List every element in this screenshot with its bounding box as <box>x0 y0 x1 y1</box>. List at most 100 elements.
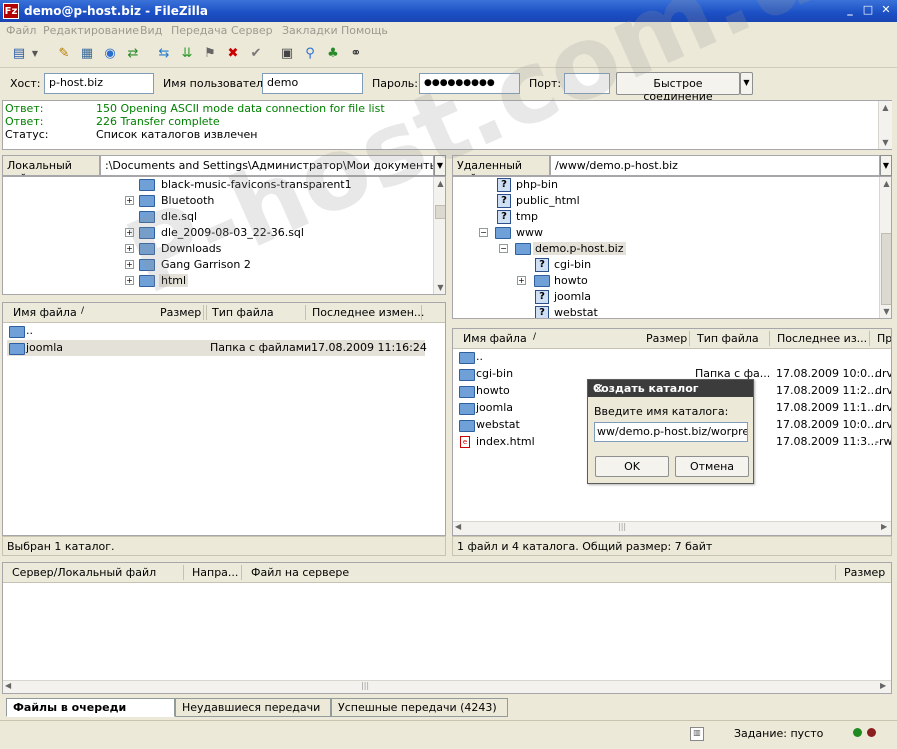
menu-transfer[interactable]: Передача <box>171 24 227 37</box>
col-modified[interactable]: Последнее из... <box>777 332 867 345</box>
cancel-button[interactable]: Отмена <box>675 456 749 477</box>
minimize-icon[interactable]: _ <box>842 3 858 18</box>
tree-item[interactable]: − www <box>477 225 777 241</box>
local-path-dropdown-icon[interactable]: ▼ <box>434 155 446 176</box>
scroll-thumb[interactable] <box>881 233 891 305</box>
tree-item[interactable]: dle.sql <box>123 209 423 225</box>
list-item[interactable]: .. <box>457 349 887 365</box>
menu-help[interactable]: Помощь <box>341 24 388 37</box>
search-icon[interactable]: ⚭ <box>347 45 365 63</box>
log-scrollbar[interactable]: ▲ ▼ <box>878 101 892 149</box>
menu-file[interactable]: Файл <box>6 24 36 37</box>
sync-browse-icon[interactable]: ♣ <box>324 45 342 63</box>
tab-failed-transfers[interactable]: Неудавшиеся передачи <box>175 698 331 717</box>
tab-successful-transfers[interactable]: Успешные передачи (4243) <box>331 698 508 717</box>
process-queue-icon[interactable]: ⇊ <box>178 45 196 63</box>
compare-icon[interactable]: ⚲ <box>301 45 319 63</box>
tree-item[interactable]: black-music-favicons-transparent1 <box>123 177 423 193</box>
scroll-up-icon[interactable]: ▲ <box>434 177 445 190</box>
expand-icon[interactable]: + <box>125 276 134 285</box>
remote-path-dropdown-icon[interactable]: ▼ <box>880 155 892 176</box>
col-permissions[interactable]: Пр <box>877 332 891 345</box>
col-remote-file[interactable]: Файл на сервере <box>251 566 349 579</box>
quickconnect-button[interactable]: Быстрое соединение <box>616 72 740 103</box>
scroll-down-icon[interactable]: ▼ <box>880 305 891 318</box>
queue-hscrollbar[interactable]: ◀ ||| ▶ <box>3 680 891 693</box>
menu-server[interactable]: Сервер <box>231 24 273 37</box>
dropdown-icon[interactable]: ▼ <box>30 45 40 63</box>
transfer-queue-icon[interactable]: ⇄ <box>124 45 142 63</box>
col-size[interactable]: Размер <box>844 566 885 579</box>
collapse-icon[interactable]: − <box>499 244 508 253</box>
col-server-local-file[interactable]: Сервер/Локальный файл <box>12 566 156 579</box>
scroll-up-icon[interactable]: ▲ <box>880 177 891 190</box>
tab-queued-files[interactable]: Файлы в очереди <box>6 698 175 717</box>
tree-item[interactable]: + Gang Garrison 2 <box>123 257 423 273</box>
password-input[interactable]: ●●●●●●●●● <box>419 73 520 94</box>
scroll-left-icon[interactable]: ◀ <box>5 681 11 690</box>
col-size[interactable]: Размер <box>160 306 201 319</box>
scroll-down-icon[interactable]: ▼ <box>434 281 445 294</box>
tree-item[interactable]: ? public_html <box>493 193 793 209</box>
ok-button[interactable]: OK <box>595 456 669 477</box>
col-modified[interactable]: Последнее измен... <box>312 306 424 319</box>
col-size[interactable]: Размер <box>646 332 687 345</box>
menu-edit[interactable]: Редактирование <box>43 24 139 37</box>
remote-tree-scrollbar[interactable]: ▲ ▼ <box>879 177 891 318</box>
tree-item-selected[interactable]: − demo.p-host.biz <box>497 241 797 257</box>
tree-item-selected[interactable]: + html <box>123 273 423 289</box>
tree-item[interactable]: ? webstat <box>531 305 831 318</box>
scroll-up-icon[interactable]: ▲ <box>879 101 892 114</box>
tree-item[interactable]: ? cgi-bin <box>531 257 831 273</box>
message-log-icon[interactable]: ✎ <box>55 45 73 63</box>
remote-tree-icon[interactable]: ◉ <box>101 45 119 63</box>
local-tree-icon[interactable]: ▦ <box>78 45 96 63</box>
scroll-thumb[interactable]: ||| <box>618 522 626 531</box>
scroll-right-icon[interactable]: ▶ <box>881 522 887 531</box>
directory-name-input[interactable]: ww/demo.p-host.biz/worpress <box>594 422 748 442</box>
expand-icon[interactable]: + <box>125 196 134 205</box>
scroll-left-icon[interactable]: ◀ <box>455 522 461 531</box>
port-input[interactable] <box>564 73 610 94</box>
disconnect-icon[interactable]: ✖ <box>224 45 242 63</box>
tree-item[interactable]: + dle_2009-08-03_22-36.sql <box>123 225 423 241</box>
username-input[interactable]: demo <box>262 73 363 94</box>
col-name[interactable]: Имя файла <box>463 332 527 345</box>
remote-list-hscrollbar[interactable]: ◀ ||| ▶ <box>453 521 891 535</box>
tree-item[interactable]: + Downloads <box>123 241 423 257</box>
scroll-right-icon[interactable]: ▶ <box>880 681 886 690</box>
refresh-icon[interactable]: ⇆ <box>155 45 173 63</box>
expand-icon[interactable]: + <box>125 228 134 237</box>
host-input[interactable]: p-host.biz <box>44 73 154 94</box>
col-name[interactable]: Имя файла <box>13 306 77 319</box>
list-item-selected[interactable]: joomla Папка с файлами 17.08.2009 11:16:… <box>7 340 427 356</box>
site-manager-icon[interactable]: ▤ <box>10 45 28 63</box>
scroll-thumb[interactable]: ||| <box>361 681 369 690</box>
list-item[interactable]: .. <box>7 323 427 339</box>
filter-icon[interactable]: ▣ <box>278 45 296 63</box>
quickconnect-dropdown-icon[interactable]: ▼ <box>740 72 753 95</box>
scroll-thumb[interactable] <box>435 205 445 219</box>
col-type[interactable]: Тип файла <box>212 306 274 319</box>
col-type[interactable]: Тип файла <box>697 332 759 345</box>
cancel-icon[interactable]: ⚑ <box>201 45 219 63</box>
reconnect-icon[interactable]: ✔ <box>247 45 265 63</box>
menu-view[interactable]: Вид <box>140 24 162 37</box>
collapse-icon[interactable]: − <box>479 228 488 237</box>
tree-item[interactable]: ? tmp <box>493 209 793 225</box>
col-direction[interactable]: Напра... <box>192 566 238 579</box>
menu-bookmarks[interactable]: Закладки <box>282 24 338 37</box>
close-icon[interactable]: ✕ <box>878 3 894 18</box>
tree-item[interactable]: ? php-bin <box>493 177 793 193</box>
tree-item[interactable]: + howto <box>515 273 815 289</box>
dialog-close-icon[interactable]: ✕ <box>593 382 749 397</box>
remote-path-input[interactable]: /www/demo.p-host.biz <box>550 155 880 176</box>
expand-icon[interactable]: + <box>125 260 134 269</box>
local-path-input[interactable]: :\Documents and Settings\Администратор\М… <box>100 155 434 176</box>
local-tree-scrollbar[interactable]: ▲ ▼ <box>433 177 445 294</box>
scroll-down-icon[interactable]: ▼ <box>879 136 892 149</box>
expand-icon[interactable]: + <box>125 244 134 253</box>
tree-item[interactable]: ? joomla <box>531 289 831 305</box>
tree-item[interactable]: + Bluetooth <box>123 193 423 209</box>
maximize-icon[interactable]: □ <box>860 3 876 18</box>
